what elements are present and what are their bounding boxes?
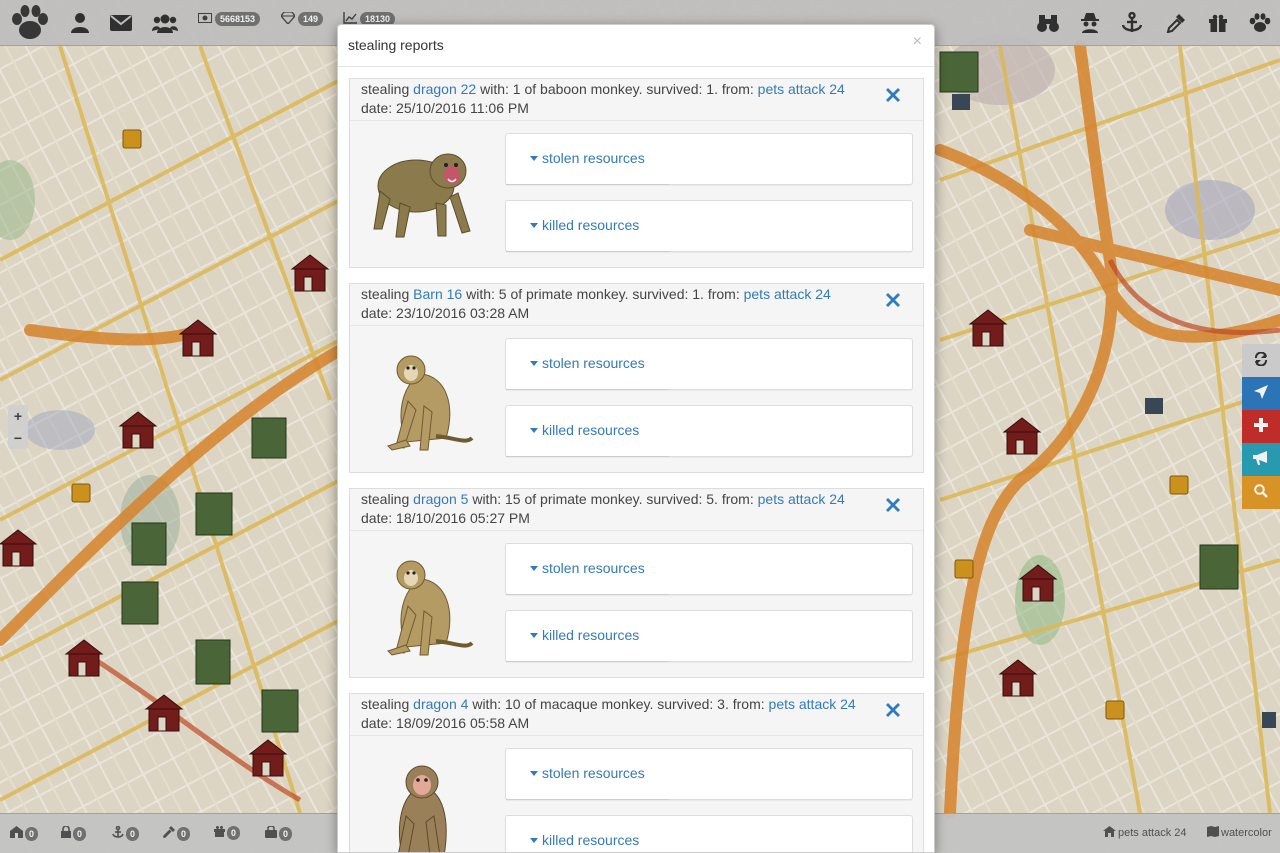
modal-close-button[interactable]: ×: [913, 33, 922, 51]
report-source-link[interactable]: pets attack 24: [758, 491, 845, 507]
report-summary: stealing Barn 16 with: 5 of primate monk…: [361, 285, 912, 304]
report-body: stolen resources killed resources: [350, 531, 923, 677]
report-body: stolen resources killed resources: [350, 121, 923, 267]
report-source-link[interactable]: pets attack 24: [758, 81, 845, 97]
remove-report-button[interactable]: [885, 702, 901, 718]
remove-x-icon: [886, 88, 900, 102]
stolen-resources-toggle[interactable]: stolen resources: [530, 765, 645, 781]
stolen-resources-toggle[interactable]: stolen resources: [530, 355, 645, 371]
report-target-link[interactable]: dragon 22: [413, 81, 476, 97]
report-target-link[interactable]: Barn 16: [413, 286, 462, 302]
primate-monkey-image: [366, 551, 476, 661]
remove-x-icon: [886, 703, 900, 717]
stolen-resources-label: stolen resources: [542, 765, 645, 781]
primate-monkey-image: [366, 346, 476, 456]
report-date: date: 18/10/2016 05:27 PM: [361, 510, 530, 526]
caret-down-icon: [530, 427, 538, 433]
stolen-resources-panel: stolen resources: [505, 338, 913, 390]
report-details: with: 5 of primate monkey. survived: 1. …: [466, 286, 740, 302]
macaque-monkey-image: [366, 756, 476, 852]
caret-down-icon: [530, 155, 538, 161]
stealing-reports-modal: stealing reports × stealing dragon 22 wi…: [337, 24, 935, 853]
stolen-resources-label: stolen resources: [542, 150, 645, 166]
killed-resources-panel: killed resources: [505, 610, 913, 662]
stolen-resources-panel: stolen resources: [505, 133, 913, 185]
killed-resources-panel: killed resources: [505, 405, 913, 457]
report-prefix: stealing: [361, 286, 410, 302]
report-header: stealing dragon 4 with: 10 of macaque mo…: [350, 694, 923, 736]
report-summary: stealing dragon 22 with: 1 of baboon mon…: [361, 80, 912, 99]
report-details: with: 10 of macaque monkey. survived: 3.…: [472, 696, 765, 712]
report-source-link[interactable]: pets attack 24: [744, 286, 831, 302]
remove-report-button[interactable]: [885, 497, 901, 513]
report-header: stealing dragon 5 with: 15 of primate mo…: [350, 489, 923, 531]
caret-down-icon: [530, 632, 538, 638]
report-summary: stealing dragon 5 with: 15 of primate mo…: [361, 490, 912, 509]
report-target-link[interactable]: dragon 5: [413, 491, 468, 507]
caret-down-icon: [530, 565, 538, 571]
modal-title: stealing reports: [348, 37, 444, 53]
report-header: stealing dragon 22 with: 1 of baboon mon…: [350, 79, 923, 121]
stolen-resources-panel: stolen resources: [505, 543, 913, 595]
report-prefix: stealing: [361, 696, 410, 712]
killed-resources-label: killed resources: [542, 422, 640, 438]
caret-down-icon: [530, 837, 538, 843]
killed-resources-toggle[interactable]: killed resources: [530, 627, 639, 643]
killed-resources-panel: killed resources: [505, 815, 913, 852]
report-card: stealing Barn 16 with: 5 of primate monk…: [349, 283, 924, 473]
killed-resources-toggle[interactable]: killed resources: [530, 422, 639, 438]
modal-header: stealing reports ×: [338, 25, 934, 67]
stolen-resources-label: stolen resources: [542, 355, 645, 371]
report-summary: stealing dragon 4 with: 10 of macaque mo…: [361, 695, 912, 714]
report-details: with: 15 of primate monkey. survived: 5.…: [472, 491, 754, 507]
killed-resources-label: killed resources: [542, 832, 640, 848]
stolen-resources-toggle[interactable]: stolen resources: [530, 150, 645, 166]
stolen-resources-toggle[interactable]: stolen resources: [530, 560, 645, 576]
report-card: stealing dragon 4 with: 10 of macaque mo…: [349, 693, 924, 852]
killed-resources-toggle[interactable]: killed resources: [530, 832, 639, 848]
report-prefix: stealing: [361, 81, 410, 97]
killed-resources-panel: killed resources: [505, 200, 913, 252]
report-source-link[interactable]: pets attack 24: [769, 696, 856, 712]
report-details: with: 1 of baboon monkey. survived: 1. f…: [480, 81, 754, 97]
report-card: stealing dragon 22 with: 1 of baboon mon…: [349, 78, 924, 268]
caret-down-icon: [530, 222, 538, 228]
report-date: date: 23/10/2016 03:28 AM: [361, 305, 530, 321]
report-prefix: stealing: [361, 491, 410, 507]
stolen-resources-label: stolen resources: [542, 560, 645, 576]
remove-x-icon: [886, 498, 900, 512]
caret-down-icon: [530, 360, 538, 366]
report-header: stealing Barn 16 with: 5 of primate monk…: [350, 284, 923, 326]
report-target-link[interactable]: dragon 4: [413, 696, 468, 712]
killed-resources-toggle[interactable]: killed resources: [530, 217, 639, 233]
remove-report-button[interactable]: [885, 87, 901, 103]
stolen-resources-panel: stolen resources: [505, 748, 913, 800]
killed-resources-label: killed resources: [542, 217, 640, 233]
caret-down-icon: [530, 770, 538, 776]
remove-x-icon: [886, 293, 900, 307]
report-card: stealing dragon 5 with: 15 of primate mo…: [349, 488, 924, 678]
remove-report-button[interactable]: [885, 292, 901, 308]
report-body: stolen resources killed resources: [350, 736, 923, 852]
killed-resources-label: killed resources: [542, 627, 640, 643]
report-body: stolen resources killed resources: [350, 326, 923, 472]
report-date: date: 18/09/2016 05:58 AM: [361, 715, 530, 731]
report-date: date: 25/10/2016 11:06 PM: [361, 100, 529, 116]
baboon-monkey-image: [366, 141, 476, 251]
